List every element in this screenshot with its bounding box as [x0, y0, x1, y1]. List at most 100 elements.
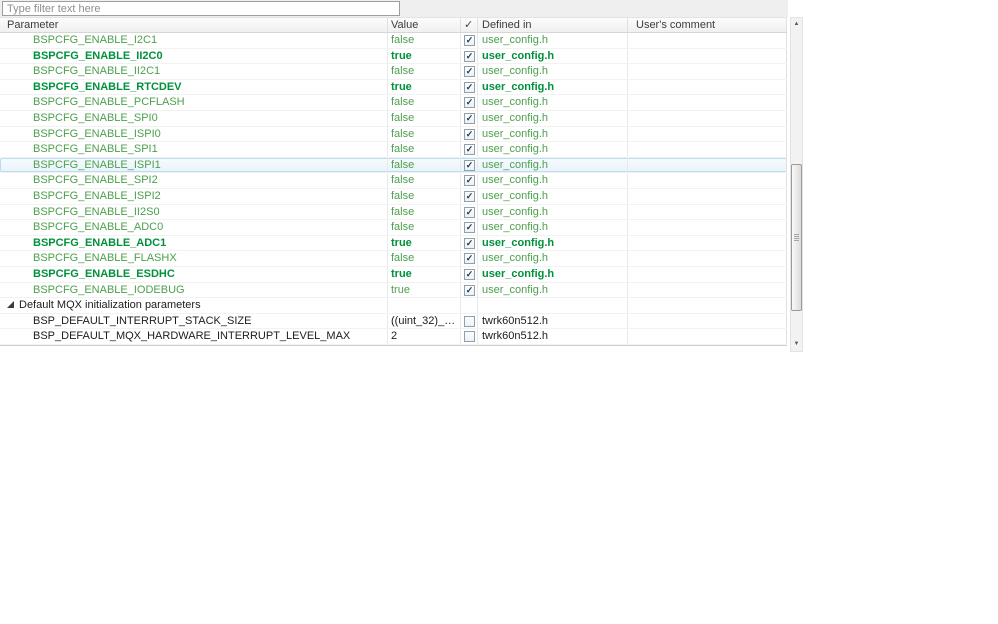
comment-cell — [628, 142, 787, 157]
parameter-cell: BSPCFG_ENABLE_ADC0 — [0, 220, 388, 235]
table-row[interactable]: BSPCFG_ENABLE_SPI1 false ✓ user_config.h — [0, 142, 787, 158]
table-row[interactable]: BSPCFG_ENABLE_IODEBUG true ✓ user_config.h — [0, 282, 787, 299]
value-cell: 2 — [388, 329, 461, 344]
comment-cell — [628, 126, 787, 142]
checkbox-unchecked[interactable] — [464, 331, 475, 343]
parameter-cell: BSPCFG_ENABLE_SPI0 — [0, 110, 388, 126]
table-row[interactable]: BSPCFG_ENABLE_II2C1 false ✓ user_config.h — [0, 64, 787, 80]
parameter-cell: BSPCFG_ENABLE_ISPI1 — [0, 157, 388, 173]
check-cell: ✓ — [461, 64, 478, 79]
table-row[interactable]: BSP_DEFAULT_INTERRUPT_STACK_SIZE ((uint_3… — [0, 313, 787, 330]
value-cell: true — [388, 266, 461, 282]
check-cell: ✓ — [461, 79, 478, 95]
check-cell — [461, 313, 478, 329]
check-cell: ✓ — [461, 220, 478, 235]
parameter-cell: BSPCFG_ENABLE_FLASHX — [0, 251, 388, 266]
parameter-name: BSPCFG_ENABLE_ADC0 — [33, 221, 164, 234]
table-row[interactable]: BSPCFG_ENABLE_ADC0 false ✓ user_config.h — [0, 220, 787, 236]
column-header-defined-in[interactable]: Defined in — [478, 18, 628, 32]
checkbox-checked[interactable]: ✓ — [464, 112, 475, 124]
defined-in-cell: user_config.h — [478, 235, 628, 251]
checkbox-checked[interactable]: ✓ — [464, 237, 475, 249]
parameter-cell: BSPCFG_ENABLE_ISPI0 — [0, 126, 388, 142]
vertical-scrollbar[interactable]: ▲ ▼ — [790, 17, 803, 352]
table-row[interactable]: BSPCFG_ENABLE_I2C1 false ✓ user_config.h — [0, 33, 787, 49]
checkbox-unchecked[interactable] — [464, 315, 475, 327]
parameter-cell: BSPCFG_ENABLE_II2C1 — [0, 64, 388, 79]
checkbox-checked[interactable]: ✓ — [464, 50, 475, 62]
parameter-cell: Default MQX initialization parameters — [0, 298, 388, 313]
parameter-cell: BSPCFG_ENABLE_I2C1 — [0, 33, 388, 48]
column-header-value[interactable]: Value — [388, 18, 461, 32]
checkbox-checked[interactable]: ✓ — [464, 190, 475, 202]
parameter-name: BSPCFG_ENABLE_II2S0 — [33, 205, 160, 218]
defined-in-cell: user_config.h — [478, 95, 628, 110]
value-cell: false — [388, 142, 461, 157]
defined-in-cell: user_config.h — [478, 173, 628, 188]
parameter-name: BSPCFG_ENABLE_ADC1 — [33, 236, 167, 249]
comment-cell — [628, 33, 787, 48]
value-cell: true — [388, 79, 461, 95]
scrollbar-thumb[interactable] — [791, 164, 802, 311]
checkbox-checked[interactable]: ✓ — [464, 284, 475, 296]
filter-input[interactable] — [2, 1, 400, 16]
table-header: Parameter Value ✓ Defined in User's comm… — [0, 17, 787, 33]
table-row[interactable]: BSPCFG_ENABLE_ESDHC true ✓ user_config.h — [0, 266, 787, 283]
comment-cell — [628, 220, 787, 235]
checkbox-checked[interactable]: ✓ — [464, 206, 475, 218]
value-cell: false — [388, 33, 461, 48]
checkbox-checked[interactable]: ✓ — [464, 253, 475, 265]
value-cell: false — [388, 110, 461, 126]
table-row[interactable]: BSP_DEFAULT_MQX_HARDWARE_INTERRUPT_LEVEL… — [0, 329, 787, 345]
scroll-up-icon[interactable]: ▲ — [791, 18, 802, 31]
table-row[interactable]: BSPCFG_ENABLE_II2S0 false ✓ user_config.h — [0, 204, 787, 221]
checkbox-checked[interactable]: ✓ — [464, 35, 475, 46]
table-row[interactable]: BSPCFG_ENABLE_PCFLASH false ✓ user_config.h — [0, 95, 787, 111]
column-header-check-icon[interactable]: ✓ — [461, 18, 478, 32]
table-row[interactable]: BSPCFG_ENABLE_FLASHX false ✓ user_config.h — [0, 251, 787, 267]
parameter-name: BSPCFG_ENABLE_SPI1 — [33, 143, 158, 156]
group-row[interactable]: Default MQX initialization parameters — [0, 298, 787, 314]
checkbox-checked[interactable]: ✓ — [464, 144, 475, 156]
value-cell: false — [388, 220, 461, 235]
table-row[interactable]: BSPCFG_ENABLE_ADC1 true ✓ user_config.h — [0, 235, 787, 252]
checkbox-checked[interactable]: ✓ — [464, 81, 475, 93]
parameter-name: BSPCFG_ENABLE_RTCDEV — [33, 80, 182, 93]
comment-cell — [628, 64, 787, 79]
comment-cell — [628, 204, 787, 220]
table-row[interactable]: BSPCFG_ENABLE_ISPI1 false ✓ user_config.h — [0, 157, 787, 174]
table-row[interactable]: BSPCFG_ENABLE_II2C0 true ✓ user_config.h — [0, 48, 787, 65]
parameter-name: BSP_DEFAULT_MQX_HARDWARE_INTERRUPT_LEVEL… — [33, 330, 351, 343]
table-row[interactable]: BSPCFG_ENABLE_ISPI2 false ✓ user_config.h — [0, 188, 787, 205]
parameter-cell: BSPCFG_ENABLE_IODEBUG — [0, 282, 388, 298]
check-cell — [461, 329, 478, 344]
comment-cell — [628, 298, 787, 313]
scroll-down-icon[interactable]: ▼ — [791, 338, 802, 351]
comment-cell — [628, 110, 787, 126]
checkbox-checked[interactable]: ✓ — [464, 268, 475, 280]
checkbox-checked[interactable]: ✓ — [464, 175, 475, 187]
defined-in-cell: user_config.h — [478, 110, 628, 126]
column-header-parameter[interactable]: Parameter — [0, 18, 388, 32]
parameter-cell: BSPCFG_ENABLE_SPI2 — [0, 173, 388, 188]
table-row[interactable]: BSPCFG_ENABLE_SPI2 false ✓ user_config.h — [0, 173, 787, 189]
parameter-cell: BSPCFG_ENABLE_SPI1 — [0, 142, 388, 157]
checkbox-checked[interactable]: ✓ — [464, 66, 475, 78]
parameter-name: BSPCFG_ENABLE_ESDHC — [33, 267, 175, 280]
defined-in-cell: user_config.h — [478, 266, 628, 282]
table-row[interactable]: BSPCFG_ENABLE_RTCDEV true ✓ user_config.h — [0, 79, 787, 96]
parameter-name: BSPCFG_ENABLE_I2C1 — [33, 34, 158, 46]
checkbox-checked[interactable]: ✓ — [464, 97, 475, 109]
expander-expanded-icon[interactable] — [7, 298, 14, 309]
defined-in-cell: user_config.h — [478, 188, 628, 204]
column-header-users-comment[interactable]: User's comment — [628, 18, 787, 32]
value-cell — [388, 298, 461, 313]
checkbox-checked[interactable]: ✓ — [464, 222, 475, 234]
table-row[interactable]: BSPCFG_ENABLE_SPI0 false ✓ user_config.h — [0, 110, 787, 127]
parameter-name: BSPCFG_ENABLE_IODEBUG — [33, 283, 185, 296]
defined-in-cell: user_config.h — [478, 282, 628, 298]
defined-in-cell: twrk60n512.h — [478, 313, 628, 329]
table-row[interactable]: BSPCFG_ENABLE_ISPI0 false ✓ user_config.h — [0, 126, 787, 143]
checkbox-checked[interactable]: ✓ — [464, 159, 475, 171]
checkbox-checked[interactable]: ✓ — [464, 128, 475, 140]
